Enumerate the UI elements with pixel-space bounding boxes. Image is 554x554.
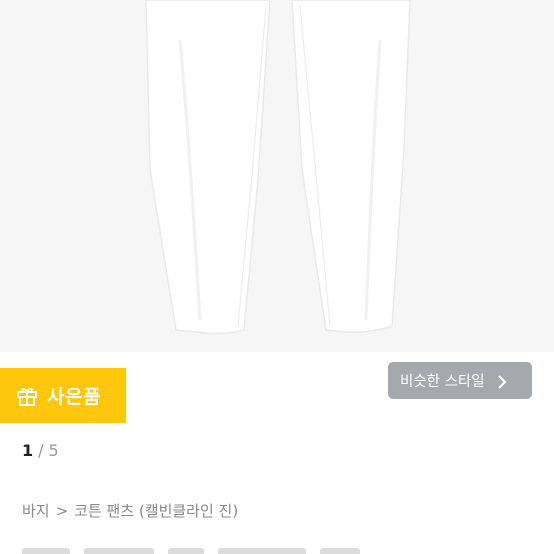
gift-icon bbox=[16, 385, 38, 407]
chevron-right-icon bbox=[497, 374, 507, 389]
breadcrumb-separator: > bbox=[55, 502, 69, 520]
gift-badge[interactable]: 사은품 bbox=[0, 368, 126, 423]
similar-style-button[interactable]: 비슷한 스타일 bbox=[388, 362, 532, 399]
pager-current: 1 bbox=[22, 441, 34, 460]
product-image[interactable] bbox=[0, 0, 554, 352]
pager-separator: / bbox=[38, 441, 44, 460]
image-pager: 1/5 bbox=[22, 441, 59, 460]
breadcrumb: 바지 > 코튼 팬츠 (캘빈클라인 진) bbox=[22, 500, 238, 521]
white-pants-image bbox=[145, 0, 411, 335]
breadcrumb-subcategory[interactable]: 코튼 팬츠 (캘빈클라인 진) bbox=[74, 502, 238, 520]
pager-total: 5 bbox=[48, 441, 59, 460]
cut-off-text-line bbox=[22, 548, 442, 554]
similar-style-label: 비슷한 스타일 bbox=[400, 374, 485, 390]
gift-badge-label: 사은품 bbox=[47, 386, 101, 408]
breadcrumb-category[interactable]: 바지 bbox=[22, 502, 50, 520]
